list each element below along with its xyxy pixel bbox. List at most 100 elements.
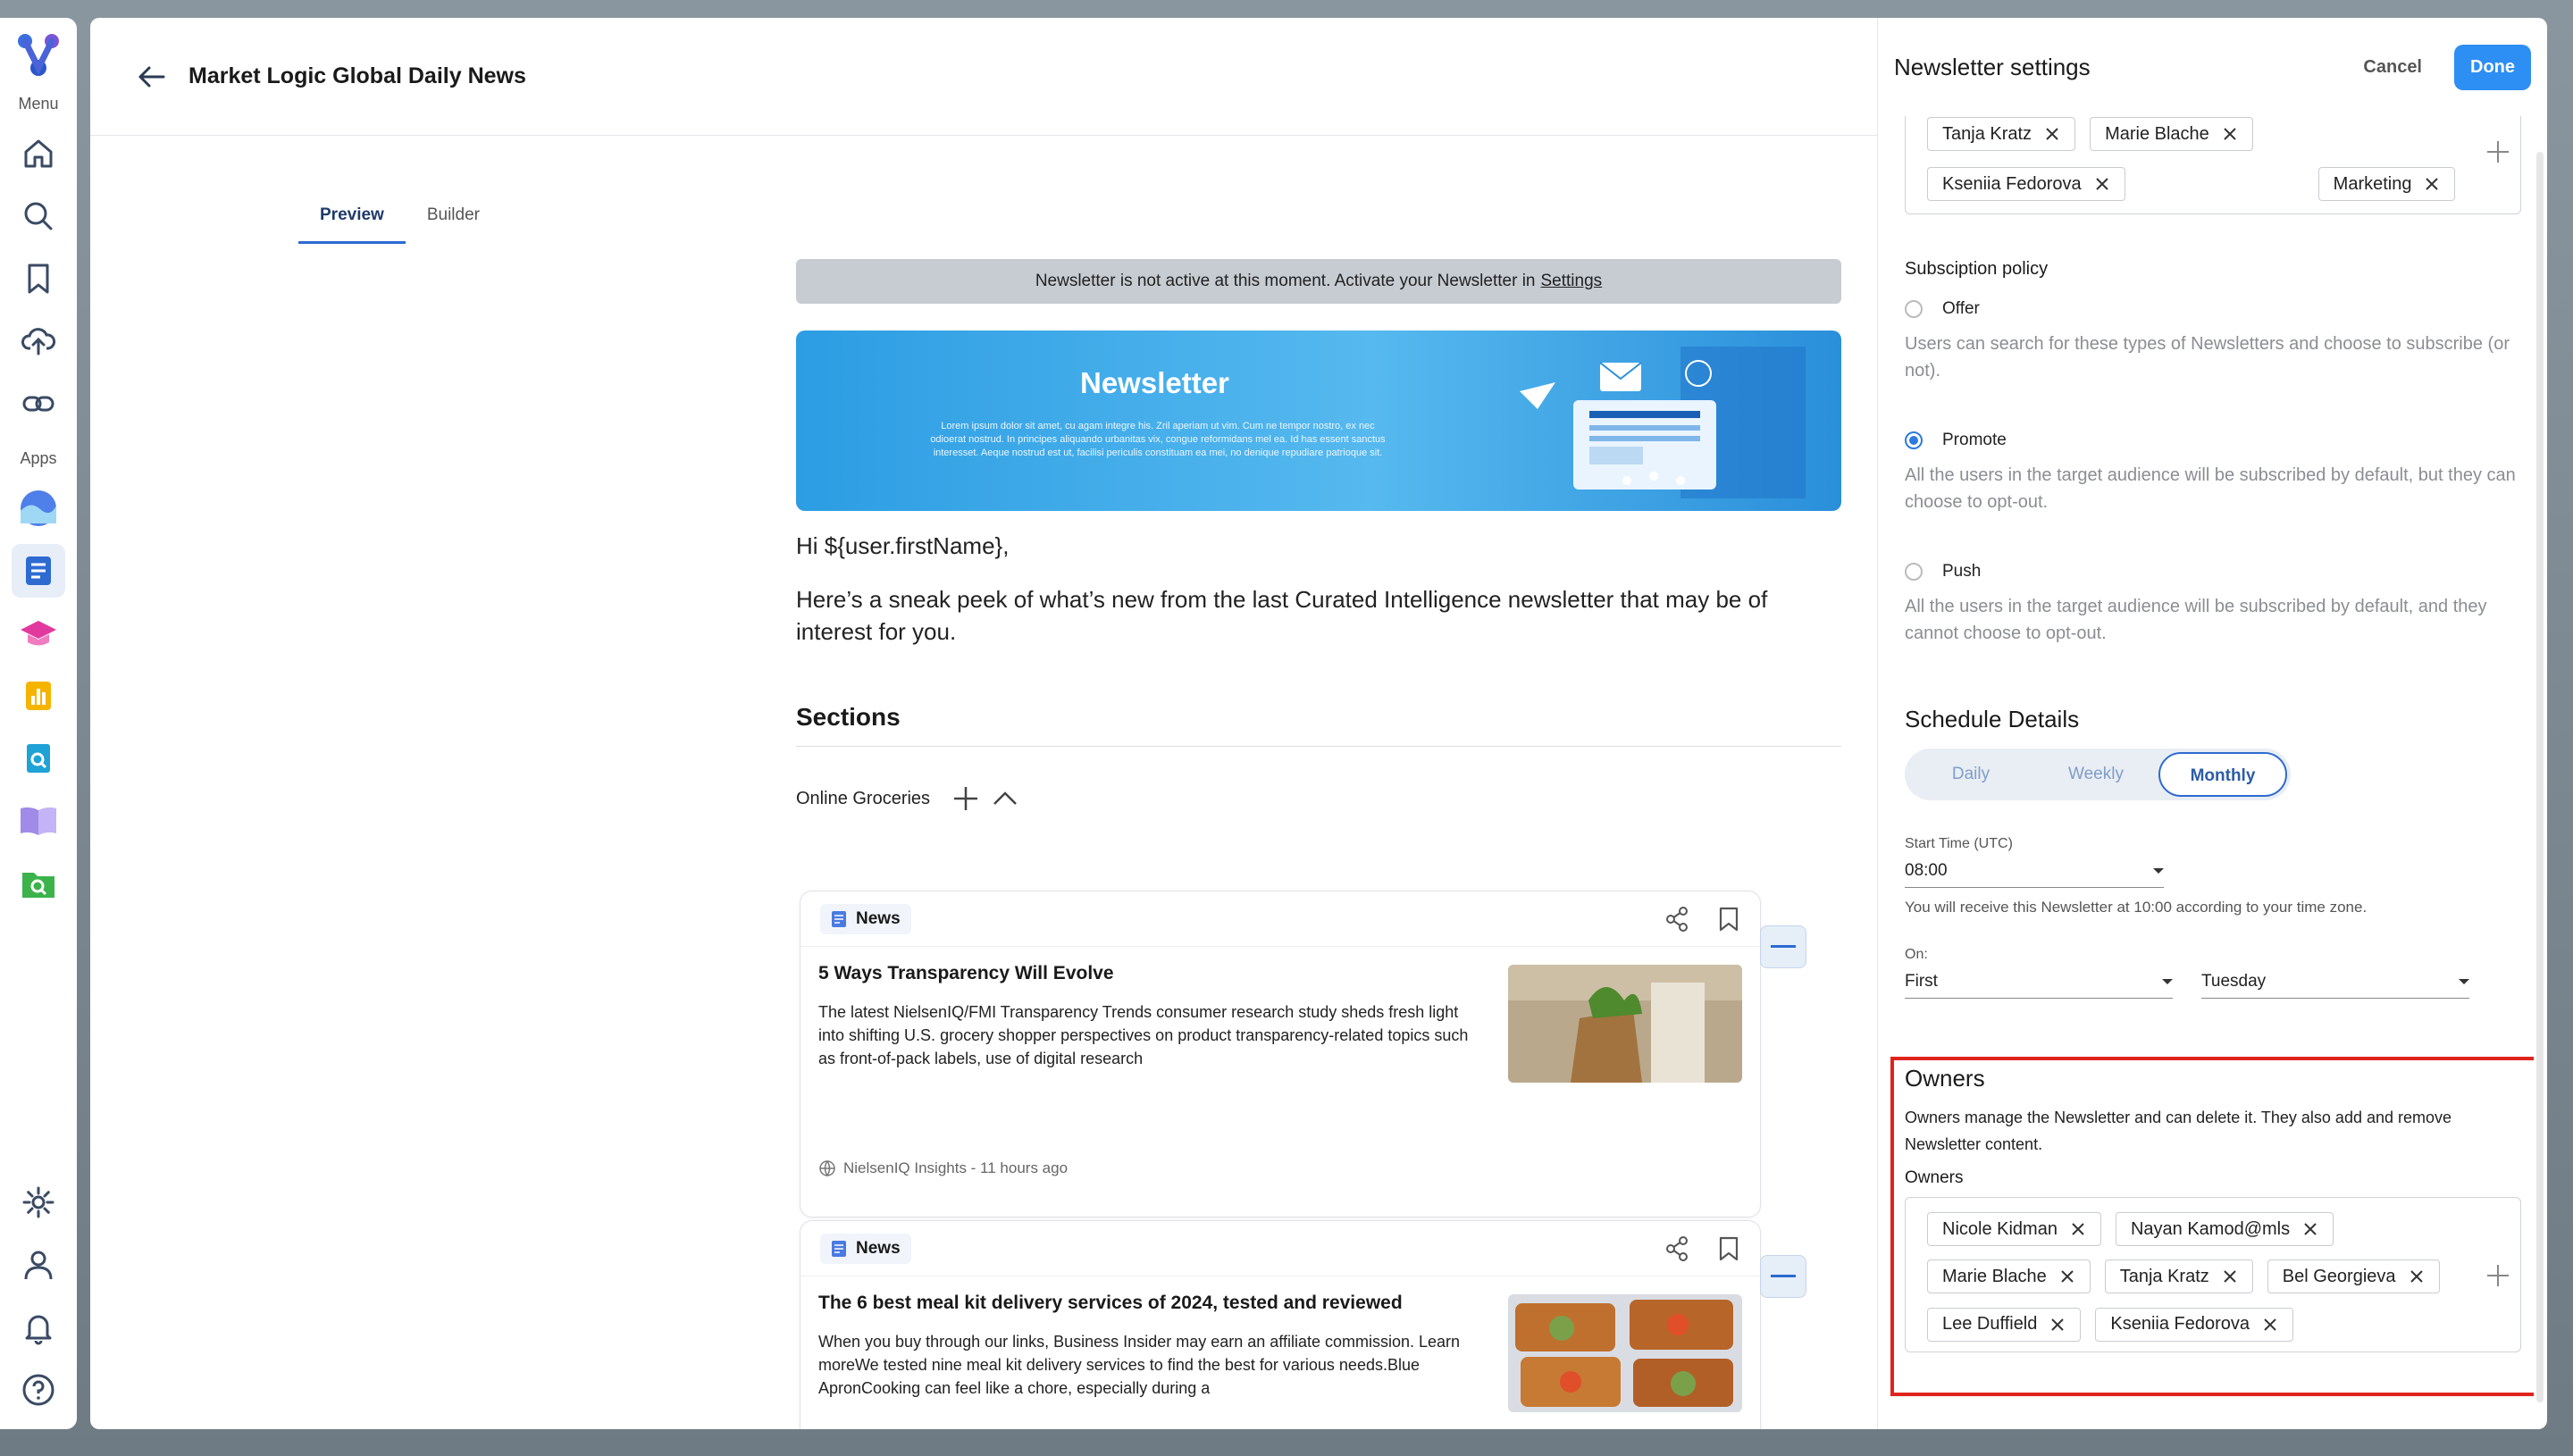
radio-label: Offer	[1942, 299, 1980, 318]
close-icon[interactable]	[2044, 126, 2060, 142]
remove-card-button[interactable]	[1760, 925, 1806, 968]
content-type-label: News	[856, 908, 901, 928]
section-name: Online Groceries	[796, 788, 931, 808]
settings-link[interactable]: Settings	[1541, 272, 1603, 291]
news-icon	[832, 1240, 846, 1257]
tab-builder[interactable]: Builder	[406, 197, 501, 244]
card-body: The 6 best meal kit delivery services of…	[800, 1276, 1760, 1416]
wave-app-icon	[21, 490, 56, 526]
bookmark-icon[interactable]	[1717, 906, 1740, 933]
close-icon[interactable]	[2424, 176, 2440, 192]
radio-indicator	[1905, 563, 1923, 581]
chevron-up-icon	[993, 791, 1017, 805]
close-icon[interactable]	[2222, 126, 2238, 142]
app-reports-button[interactable]	[12, 669, 65, 723]
hero-body-text: Lorem ipsum dolor sit amet, cu agam inte…	[930, 421, 1386, 458]
app-folder-search-button[interactable]	[12, 857, 65, 910]
radio-offer[interactable]: Offer	[1905, 299, 1980, 319]
done-button[interactable]: Done	[2454, 44, 2531, 90]
panel-scroll-area[interactable]: Tanja Kratz Marie Blache Kseniia Fedorov…	[1878, 116, 2534, 1429]
app-doc-search-button[interactable]	[12, 732, 65, 785]
profile-button[interactable]	[12, 1238, 65, 1292]
week-ordinal-select[interactable]: First	[1905, 965, 2173, 999]
section-header: Online Groceries	[796, 782, 1841, 815]
frequency-monthly[interactable]: Monthly	[2158, 752, 2287, 797]
radio-promote[interactable]: Promote	[1905, 431, 2007, 450]
close-icon[interactable]	[2094, 176, 2110, 192]
cancel-button[interactable]: Cancel	[2363, 57, 2422, 78]
weekday-select[interactable]: Tuesday	[2201, 965, 2469, 999]
arrow-left-icon	[138, 66, 165, 87]
back-button[interactable]	[133, 59, 169, 95]
newsletter-hero-banner: Newsletter Lorem ipsum dolor sit amet, c…	[796, 331, 1841, 511]
push-help-text: All the users in the target audience wil…	[1905, 597, 2487, 643]
help-icon	[22, 1374, 54, 1406]
book-app-icon	[21, 807, 56, 835]
subscription-policy-label: Subsciption policy	[1905, 259, 2049, 279]
inactive-notice: Newsletter is not active at this moment.…	[796, 259, 1841, 304]
radio-indicator	[1905, 431, 1923, 449]
panel-scrollbar[interactable]	[2536, 152, 2544, 1402]
audience-chips-field[interactable]: Tanja Kratz Marie Blache Kseniia Fedorov…	[1905, 116, 2521, 214]
audience-chip: Tanja Kratz	[1927, 117, 2076, 151]
chip-label: Marie Blache	[2105, 123, 2209, 144]
notifications-button[interactable]	[12, 1301, 65, 1354]
document-search-app-icon	[27, 744, 50, 773]
panel-title: Newsletter settings	[1894, 53, 2091, 80]
app-learning-button[interactable]	[12, 607, 65, 660]
news-card[interactable]: News The 6 best meal kit delivery servic…	[800, 1220, 1806, 1429]
home-button[interactable]	[12, 127, 65, 180]
chip-label: Tanja Kratz	[1942, 123, 2032, 144]
search-icon	[24, 202, 53, 230]
bar-chart-app-icon	[26, 682, 51, 710]
owners-highlight-frame	[1890, 1057, 2534, 1396]
audience-chip: Marie Blache	[2090, 117, 2253, 151]
share-icon[interactable]	[1664, 906, 1690, 933]
plus-icon	[954, 787, 978, 810]
folder-search-app-icon	[22, 873, 54, 898]
news-icon	[832, 910, 846, 927]
search-button[interactable]	[12, 189, 65, 243]
app-newsletter-button[interactable]	[12, 544, 65, 598]
tab-preview[interactable]: Preview	[298, 197, 406, 244]
page-title: Market Logic Global Daily News	[189, 63, 526, 88]
news-card[interactable]: News 5 Ways Transparency Will Evolve The…	[800, 891, 1806, 1218]
content-type-label: News	[856, 1238, 901, 1258]
bookmark-icon	[28, 264, 49, 294]
start-time-select[interactable]: 08:00	[1905, 854, 2164, 888]
minus-icon	[1771, 945, 1796, 948]
card-header: News	[800, 1221, 1760, 1276]
view-tabs: Preview Builder	[298, 197, 501, 244]
collapse-section-button[interactable]	[989, 782, 1021, 815]
caret-down-icon	[2153, 867, 2164, 874]
remove-card-button[interactable]	[1760, 1255, 1806, 1298]
settings-button[interactable]	[12, 1176, 65, 1229]
minus-icon	[1771, 1275, 1796, 1277]
bell-icon	[25, 1315, 52, 1345]
links-button[interactable]	[12, 377, 65, 431]
app-logo-icon[interactable]	[13, 29, 64, 80]
upload-button[interactable]	[12, 314, 65, 368]
bookmark-icon[interactable]	[1717, 1235, 1740, 1262]
promote-help-text: All the users in the target audience wil…	[1905, 465, 2516, 512]
share-icon[interactable]	[1664, 1235, 1690, 1262]
help-button[interactable]	[12, 1363, 65, 1417]
article-source: NielsenIQ Insights - 11 hours ago	[818, 1159, 1742, 1177]
preview-content: Newsletter is not active at this moment.…	[796, 259, 1841, 815]
audience-chip: Marketing	[2317, 167, 2456, 201]
add-audience-plus-icon[interactable]	[2486, 140, 2510, 163]
start-time-label: Start Time (UTC)	[1905, 836, 2013, 851]
frequency-daily[interactable]: Daily	[1908, 752, 2033, 797]
app-library-button[interactable]	[12, 794, 65, 848]
radio-push[interactable]: Push	[1905, 562, 1981, 582]
app-insights-button[interactable]	[12, 481, 65, 535]
bookmarks-button[interactable]	[12, 252, 65, 305]
card-header: News	[800, 891, 1760, 947]
card-actions	[1664, 1235, 1740, 1262]
apps-label: Apps	[20, 449, 57, 467]
radio-label: Promote	[1942, 431, 2007, 449]
offer-help-text: Users can search for these types of News…	[1905, 334, 2510, 381]
add-section-item-button[interactable]	[950, 782, 982, 815]
audience-chip: Kseniia Fedorova	[1927, 167, 2125, 201]
frequency-weekly[interactable]: Weekly	[2033, 752, 2158, 797]
